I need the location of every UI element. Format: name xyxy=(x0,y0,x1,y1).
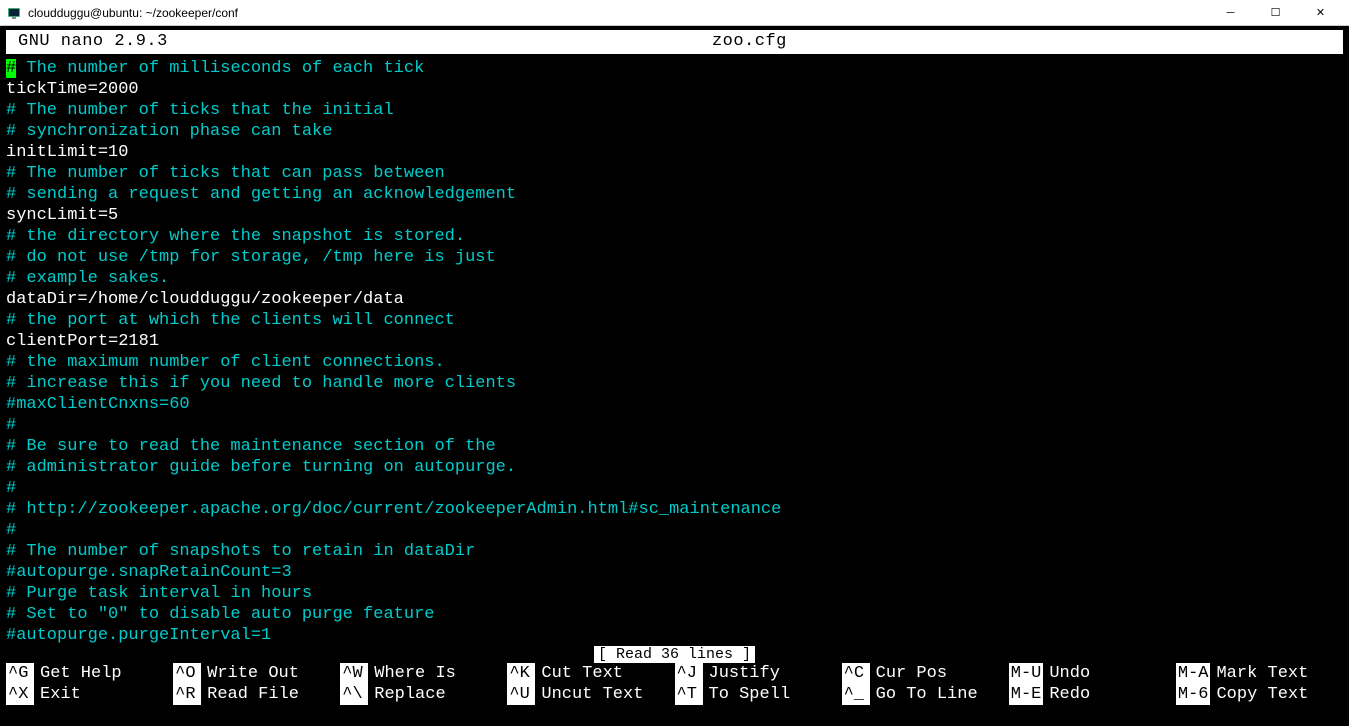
nano-header: GNU nano 2.9.3 zoo.cfg xyxy=(6,30,1343,54)
shortcut-label: Replace xyxy=(374,684,445,705)
editor-line: initLimit=10 xyxy=(6,142,1343,163)
shortcut-label: Cut Text xyxy=(541,663,623,684)
editor-line: dataDir=/home/cloudduggu/zookeeper/data xyxy=(6,289,1343,310)
editor-line: # increase this if you need to handle mo… xyxy=(6,373,1343,394)
shortcut-label: Copy Text xyxy=(1216,684,1308,705)
shortcut-key: ^K xyxy=(507,663,535,684)
shortcut-label: Get Help xyxy=(40,663,122,684)
nano-shortcut[interactable]: ^G Get Help xyxy=(6,663,173,684)
shortcut-label: Write Out xyxy=(207,663,299,684)
editor-line: # The number of ticks that can pass betw… xyxy=(6,163,1343,184)
nano-version: GNU nano 2.9.3 xyxy=(18,31,168,53)
nano-shortcut[interactable]: M-UUndo xyxy=(1009,663,1176,684)
cursor: # xyxy=(6,59,16,78)
shortcut-label: Redo xyxy=(1049,684,1090,705)
shortcut-label: Exit xyxy=(40,684,81,705)
nano-shortcut[interactable]: ^T To Spell xyxy=(675,684,842,705)
shortcut-key: ^O xyxy=(173,663,201,684)
maximize-button[interactable]: ☐ xyxy=(1253,0,1298,26)
shortcut-label: Mark Text xyxy=(1216,663,1308,684)
shortcut-label: Where Is xyxy=(374,663,456,684)
nano-shortcut[interactable]: ^U Uncut Text xyxy=(507,684,674,705)
editor-line: # xyxy=(6,478,1343,499)
nano-shortcut-bar: ^G Get Help ^O Write Out ^W Where Is ^K Cut Tex… xyxy=(0,663,1349,707)
nano-shortcut[interactable]: M-6Copy Text xyxy=(1176,684,1343,705)
shortcut-key: ^G xyxy=(6,663,34,684)
shortcut-key: ^W xyxy=(340,663,368,684)
shortcut-key: ^R xyxy=(173,684,201,705)
editor-line: # The number of milliseconds of each tic… xyxy=(6,58,1343,79)
nano-shortcut[interactable]: ^C Cur Pos xyxy=(842,663,1009,684)
editor-line: # Purge task interval in hours xyxy=(6,583,1343,604)
nano-shortcut[interactable]: M-ERedo xyxy=(1009,684,1176,705)
window-title: cloudduggu@ubuntu: ~/zookeeper/conf xyxy=(28,6,1208,20)
shortcut-key: M-6 xyxy=(1176,684,1211,705)
editor-line: #maxClientCnxns=60 xyxy=(6,394,1343,415)
editor-line: # http://zookeeper.apache.org/doc/curren… xyxy=(6,499,1343,520)
nano-shortcut[interactable]: M-AMark Text xyxy=(1176,663,1343,684)
shortcut-key: ^\ xyxy=(340,684,368,705)
editor-line: # The number of ticks that the initial xyxy=(6,100,1343,121)
shortcut-key: M-A xyxy=(1176,663,1211,684)
shortcut-label: To Spell xyxy=(709,684,791,705)
editor-line: syncLimit=5 xyxy=(6,205,1343,226)
shortcut-key: ^T xyxy=(675,684,703,705)
shortcut-label: Go To Line xyxy=(876,684,978,705)
editor-line: # the directory where the snapshot is st… xyxy=(6,226,1343,247)
shortcut-key: ^X xyxy=(6,684,34,705)
shortcut-label: Undo xyxy=(1049,663,1090,684)
nano-shortcut[interactable]: ^X Exit xyxy=(6,684,173,705)
shortcut-key: ^U xyxy=(507,684,535,705)
window-titlebar: cloudduggu@ubuntu: ~/zookeeper/conf ─ ☐ … xyxy=(0,0,1349,26)
shortcut-key: ^C xyxy=(842,663,870,684)
shortcut-key: ^_ xyxy=(842,684,870,705)
editor-line: # do not use /tmp for storage, /tmp here… xyxy=(6,247,1343,268)
nano-shortcut[interactable]: ^J Justify xyxy=(675,663,842,684)
editor-line: # the maximum number of client connectio… xyxy=(6,352,1343,373)
editor-line: # xyxy=(6,415,1343,436)
editor-area[interactable]: # The number of milliseconds of each tic… xyxy=(0,54,1349,646)
editor-line: #autopurge.snapRetainCount=3 xyxy=(6,562,1343,583)
shortcut-key: ^J xyxy=(675,663,703,684)
putty-icon xyxy=(6,5,22,21)
editor-line: # sending a request and getting an ackno… xyxy=(6,184,1343,205)
nano-shortcut[interactable]: ^R Read File xyxy=(173,684,340,705)
shortcut-label: Justify xyxy=(709,663,780,684)
close-button[interactable]: ✕ xyxy=(1298,0,1343,26)
nano-shortcut[interactable]: ^_ Go To Line xyxy=(842,684,1009,705)
editor-line: # Set to "0" to disable auto purge featu… xyxy=(6,604,1343,625)
nano-status-line: [ Read 36 lines ] xyxy=(0,646,1349,663)
editor-line: # Be sure to read the maintenance sectio… xyxy=(6,436,1343,457)
minimize-button[interactable]: ─ xyxy=(1208,0,1253,26)
nano-shortcut[interactable]: ^\ Replace xyxy=(340,684,507,705)
editor-line: clientPort=2181 xyxy=(6,331,1343,352)
editor-line: # example sakes. xyxy=(6,268,1343,289)
shortcut-key: M-U xyxy=(1009,663,1044,684)
editor-line: # administrator guide before turning on … xyxy=(6,457,1343,478)
shortcut-label: Cur Pos xyxy=(876,663,947,684)
nano-status-text: [ Read 36 lines ] xyxy=(594,646,755,663)
editor-line: # The number of snapshots to retain in d… xyxy=(6,541,1343,562)
editor-line: tickTime=2000 xyxy=(6,79,1343,100)
editor-line: # xyxy=(6,520,1343,541)
editor-line: # synchronization phase can take xyxy=(6,121,1343,142)
window-controls: ─ ☐ ✕ xyxy=(1208,0,1343,26)
shortcut-label: Read File xyxy=(207,684,299,705)
nano-shortcut[interactable]: ^O Write Out xyxy=(173,663,340,684)
editor-line: #autopurge.purgeInterval=1 xyxy=(6,625,1343,646)
shortcut-label: Uncut Text xyxy=(541,684,643,705)
nano-filename: zoo.cfg xyxy=(168,31,1331,53)
nano-shortcut[interactable]: ^K Cut Text xyxy=(507,663,674,684)
editor-line: # the port at which the clients will con… xyxy=(6,310,1343,331)
shortcut-key: M-E xyxy=(1009,684,1044,705)
nano-shortcut[interactable]: ^W Where Is xyxy=(340,663,507,684)
